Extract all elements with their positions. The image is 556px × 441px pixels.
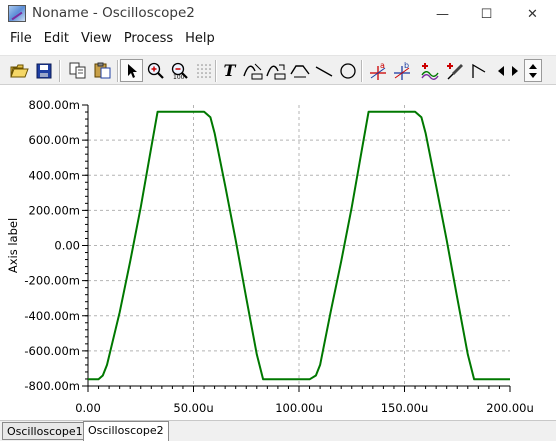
y-tick-label: -600.00m bbox=[24, 344, 80, 358]
menu-process[interactable]: Process bbox=[118, 28, 179, 50]
tab-oscilloscope1[interactable]: Oscilloscope1 bbox=[2, 422, 87, 440]
cursor-a-icon[interactable]: a bbox=[366, 59, 389, 82]
toolbar-separator bbox=[59, 60, 61, 82]
line-tool-icon[interactable] bbox=[312, 59, 335, 82]
cursor-b-label: b bbox=[404, 61, 409, 70]
zoom-out-icon[interactable]: 100 bbox=[168, 59, 191, 82]
y-tick-label: -800.00m bbox=[24, 379, 80, 393]
text-tool-icon[interactable]: T bbox=[218, 59, 241, 82]
x-tick-label: 50.00u bbox=[173, 401, 213, 415]
save-icon[interactable] bbox=[32, 59, 55, 82]
cursor-a-label: a bbox=[380, 61, 385, 70]
toolbar: 100 T a b bbox=[0, 55, 556, 85]
y-tick-label: 600.00m bbox=[29, 133, 80, 147]
y-tick-label: -200.00m bbox=[24, 274, 80, 288]
y-axis-label: Axis label bbox=[6, 218, 20, 273]
scroll-right-icon[interactable] bbox=[508, 59, 522, 82]
menu-bar: File Edit View Process Help bbox=[0, 28, 556, 50]
close-button[interactable]: ✕ bbox=[510, 0, 555, 28]
pointer-icon[interactable] bbox=[120, 59, 143, 82]
text-tool-glyph: T bbox=[223, 61, 236, 80]
cursor-b-icon[interactable]: b bbox=[390, 59, 413, 82]
open-folder-icon[interactable] bbox=[8, 59, 31, 82]
maximize-button[interactable]: ☐ bbox=[464, 0, 509, 28]
x-tick-label: 100.00u bbox=[275, 401, 323, 415]
curve-c-icon[interactable] bbox=[288, 59, 311, 82]
curve-b-icon[interactable] bbox=[264, 59, 287, 82]
x-tick-label: 0.00 bbox=[75, 401, 101, 415]
title-bar: Noname - Oscilloscope2 — ☐ ✕ bbox=[0, 0, 556, 28]
oscilloscope-chart[interactable]: 800.00m 600.00m 400.00m 200.00m 0.00 -200.00m… bbox=[0, 86, 556, 420]
probe-icon[interactable] bbox=[443, 59, 466, 82]
scroll-left-icon[interactable] bbox=[494, 59, 508, 82]
menu-view[interactable]: View bbox=[75, 28, 118, 50]
step-icon[interactable] bbox=[467, 59, 490, 82]
window-title: Noname - Oscilloscope2 bbox=[32, 5, 195, 21]
toolbar-separator bbox=[215, 60, 217, 82]
y-tick-label: 800.00m bbox=[29, 98, 80, 112]
y-tick-label: 0.00 bbox=[54, 239, 80, 253]
add-waveform-icon[interactable] bbox=[418, 59, 441, 82]
paste-icon[interactable] bbox=[91, 59, 114, 82]
scroll-updown-icon[interactable] bbox=[524, 59, 542, 82]
menu-file[interactable]: File bbox=[0, 28, 38, 50]
y-tick-label: 200.00m bbox=[29, 203, 80, 217]
y-tick-label: -400.00m bbox=[24, 309, 80, 323]
grid-dots-icon[interactable] bbox=[192, 59, 215, 82]
toolbar-separator bbox=[117, 60, 119, 82]
curve-a-icon[interactable] bbox=[241, 59, 264, 82]
toolbar-separator bbox=[361, 60, 363, 82]
menu-edit[interactable]: Edit bbox=[38, 28, 75, 50]
x-tick-label: 150.00u bbox=[381, 401, 429, 415]
menu-help[interactable]: Help bbox=[179, 28, 221, 50]
app-oscilloscope-icon bbox=[8, 5, 26, 22]
zoom-100-label: 100 bbox=[173, 74, 185, 80]
zoom-in-icon[interactable] bbox=[144, 59, 167, 82]
circle-tool-icon[interactable] bbox=[336, 59, 359, 82]
y-tick-label: 400.00m bbox=[29, 168, 80, 182]
copy-icon[interactable] bbox=[66, 59, 89, 82]
minimize-button[interactable]: — bbox=[420, 0, 465, 28]
tab-strip: Oscilloscope1 Oscilloscope2 bbox=[0, 420, 556, 441]
tab-oscilloscope2[interactable]: Oscilloscope2 bbox=[83, 421, 169, 441]
x-tick-label: 200.00u bbox=[486, 401, 534, 415]
